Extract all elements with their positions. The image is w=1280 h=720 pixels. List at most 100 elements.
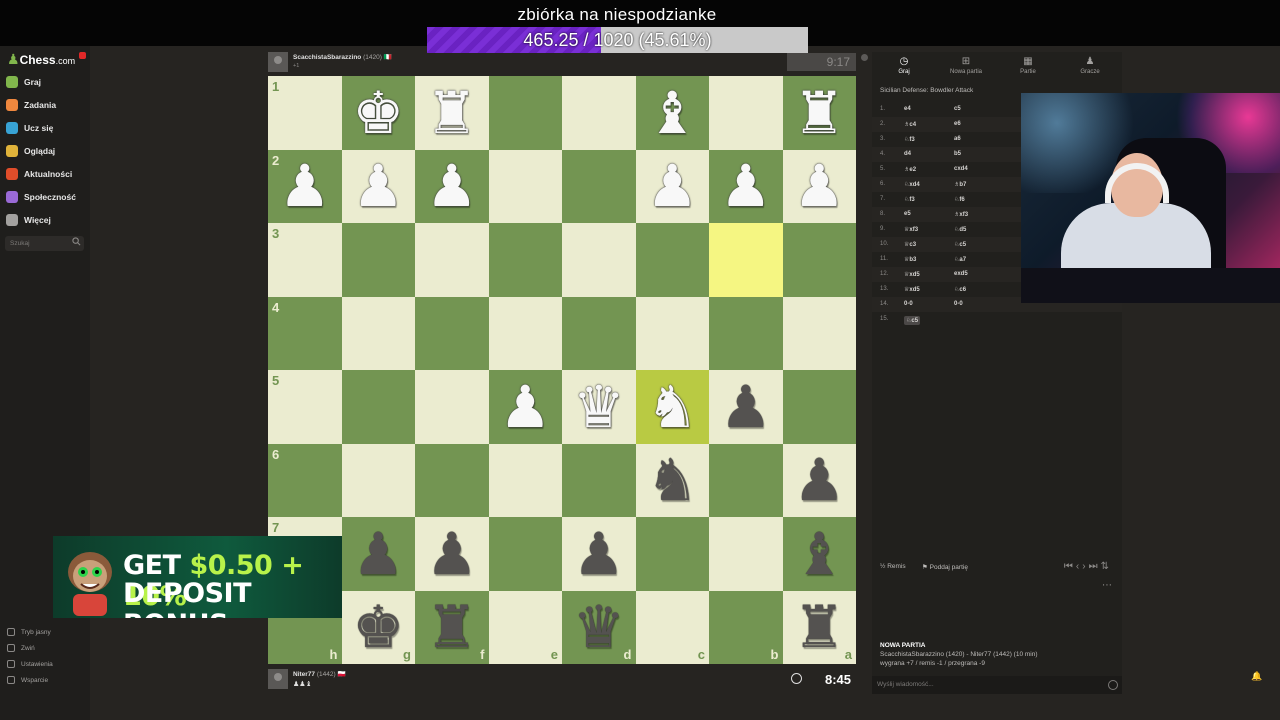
square-d6[interactable] bbox=[562, 443, 636, 517]
square-d8[interactable]: d ♛ bbox=[562, 590, 636, 664]
white-move[interactable]: e4 bbox=[904, 106, 911, 112]
black-move[interactable]: exd5 bbox=[954, 271, 968, 277]
white-move[interactable]: ♘f3 bbox=[904, 136, 915, 143]
black-move[interactable]: cxd4 bbox=[954, 166, 968, 172]
chess-logo[interactable]: ♟Chess.com bbox=[7, 51, 75, 68]
square-b7[interactable] bbox=[709, 517, 783, 591]
square-c7[interactable] bbox=[635, 517, 709, 591]
square-g1[interactable]: ♚ bbox=[341, 76, 415, 150]
white-move[interactable]: 0-0 bbox=[904, 301, 913, 307]
square-c6[interactable]: ♞ bbox=[635, 443, 709, 517]
square-h4[interactable]: 4 bbox=[268, 296, 342, 370]
avatar[interactable] bbox=[268, 52, 288, 72]
white-piece[interactable]: ♟ bbox=[489, 370, 563, 444]
white-move[interactable]: ♕c3 bbox=[904, 241, 916, 248]
white-piece[interactable]: ♜ bbox=[415, 76, 489, 150]
black-move[interactable]: ♘f6 bbox=[954, 196, 965, 203]
square-b2[interactable]: ♟ bbox=[709, 149, 783, 223]
white-move[interactable]: ♕xd5 bbox=[904, 271, 920, 278]
white-piece[interactable]: ♟ bbox=[783, 150, 857, 224]
white-move[interactable]: ♕xd5 bbox=[904, 286, 920, 293]
white-move[interactable]: e5 bbox=[904, 211, 911, 217]
white-piece[interactable]: ♜ bbox=[783, 76, 857, 150]
square-c4[interactable] bbox=[635, 296, 709, 370]
chat-input[interactable]: Wyślij wiadomość... bbox=[872, 676, 1122, 694]
square-e6[interactable] bbox=[488, 443, 562, 517]
square-g7[interactable]: ♟ bbox=[341, 517, 416, 591]
square-e5[interactable]: ♟ bbox=[488, 370, 563, 444]
square-h6[interactable]: 6 bbox=[268, 443, 342, 517]
sidebar-item-3[interactable]: Oglądaj bbox=[6, 143, 55, 159]
sidebar-item-0[interactable]: Graj bbox=[6, 74, 41, 90]
square-f6[interactable] bbox=[415, 443, 489, 517]
emoji-icon[interactable] bbox=[1108, 680, 1118, 690]
square-d3[interactable] bbox=[562, 223, 636, 297]
square-f3[interactable] bbox=[415, 223, 489, 297]
sidebar-item-2[interactable]: Ucz się bbox=[6, 120, 53, 136]
black-piece[interactable]: ♟ bbox=[709, 370, 783, 444]
square-c5[interactable]: ♞ bbox=[635, 370, 709, 444]
square-f2[interactable]: ♟ bbox=[415, 149, 489, 224]
black-move[interactable]: ♘d5 bbox=[954, 226, 966, 233]
square-e1[interactable] bbox=[488, 76, 562, 150]
square-a1[interactable]: ♜ bbox=[782, 76, 857, 150]
white-move[interactable]: ♘c5 bbox=[904, 316, 921, 325]
square-g6[interactable] bbox=[341, 443, 415, 517]
square-f1[interactable]: ♜ bbox=[415, 76, 489, 150]
square-h5[interactable]: 5 bbox=[268, 370, 342, 444]
search-input[interactable]: Szukaj bbox=[5, 236, 84, 251]
first-move-icon[interactable]: ⏮ bbox=[1064, 561, 1076, 572]
white-piece[interactable]: ♟ bbox=[415, 150, 489, 224]
white-piece[interactable]: ♛ bbox=[562, 370, 636, 444]
black-piece[interactable]: ♟ bbox=[342, 517, 416, 591]
white-piece[interactable]: ♟ bbox=[342, 150, 416, 224]
black-piece[interactable]: ♟ bbox=[415, 517, 489, 591]
square-g3[interactable] bbox=[341, 223, 415, 297]
black-piece[interactable]: ♝ bbox=[783, 517, 857, 591]
square-b8[interactable]: b bbox=[709, 590, 783, 664]
square-g2[interactable]: ♟ bbox=[341, 149, 416, 224]
square-d1[interactable] bbox=[562, 76, 636, 150]
square-a4[interactable] bbox=[782, 296, 856, 370]
square-g8[interactable]: g ♚ bbox=[341, 590, 415, 664]
black-piece[interactable]: ♟ bbox=[562, 517, 636, 591]
sidebar-item-1[interactable]: Zadania bbox=[6, 97, 56, 113]
square-e7[interactable] bbox=[488, 517, 562, 591]
white-move[interactable]: ♗c4 bbox=[904, 121, 916, 128]
white-move[interactable]: ♕b3 bbox=[904, 256, 916, 263]
square-c8[interactable]: c bbox=[635, 590, 709, 664]
square-f7[interactable]: ♟ bbox=[415, 517, 489, 591]
sidebar-item-5[interactable]: Społeczność bbox=[6, 189, 76, 205]
black-move[interactable]: ♘c5 bbox=[954, 241, 966, 248]
flip-board-icon[interactable]: ⇅ bbox=[1101, 561, 1112, 572]
square-f8[interactable]: f ♜ bbox=[415, 590, 489, 664]
top-player-name[interactable]: ScacchistaSbarazzino (1420) 🇮🇹 bbox=[293, 53, 392, 61]
square-g4[interactable] bbox=[341, 296, 415, 370]
white-move[interactable]: ♘f3 bbox=[904, 196, 915, 203]
square-e8[interactable]: e bbox=[488, 590, 562, 664]
deposit-bonus-ad[interactable]: GET $0.50 + 10% DEPOSIT BONUS bbox=[53, 536, 342, 618]
black-move[interactable]: ♘c6 bbox=[954, 286, 966, 293]
square-a5[interactable] bbox=[782, 370, 856, 444]
black-piece[interactable]: ♟ bbox=[783, 444, 857, 518]
black-move[interactable]: e6 bbox=[954, 121, 961, 127]
square-a2[interactable]: ♟ bbox=[782, 149, 857, 224]
sidebar-item-4[interactable]: Aktualności bbox=[6, 166, 72, 182]
square-e3[interactable] bbox=[488, 223, 562, 297]
white-move[interactable]: ♘xd4 bbox=[904, 181, 920, 188]
sidebar-bottom-item-3[interactable]: Wsparcie bbox=[7, 674, 48, 686]
black-move[interactable]: ♘a7 bbox=[954, 256, 966, 263]
white-move[interactable]: d4 bbox=[904, 151, 911, 157]
square-g5[interactable] bbox=[341, 370, 415, 444]
more-options-icon[interactable]: ⋯ bbox=[1102, 580, 1112, 591]
avatar[interactable] bbox=[268, 669, 288, 689]
square-d2[interactable] bbox=[562, 149, 636, 223]
black-move[interactable]: 0-0 bbox=[954, 301, 963, 307]
square-a8[interactable]: a ♜ bbox=[782, 590, 856, 664]
square-b6[interactable] bbox=[709, 443, 783, 517]
square-f4[interactable] bbox=[415, 296, 489, 370]
square-a6[interactable]: ♟ bbox=[782, 443, 857, 518]
sidebar-bottom-item-2[interactable]: Ustawienia bbox=[7, 658, 53, 670]
sidebar-bottom-item-0[interactable]: Tryb jasny bbox=[7, 626, 51, 638]
square-b5[interactable]: ♟ bbox=[709, 370, 783, 444]
